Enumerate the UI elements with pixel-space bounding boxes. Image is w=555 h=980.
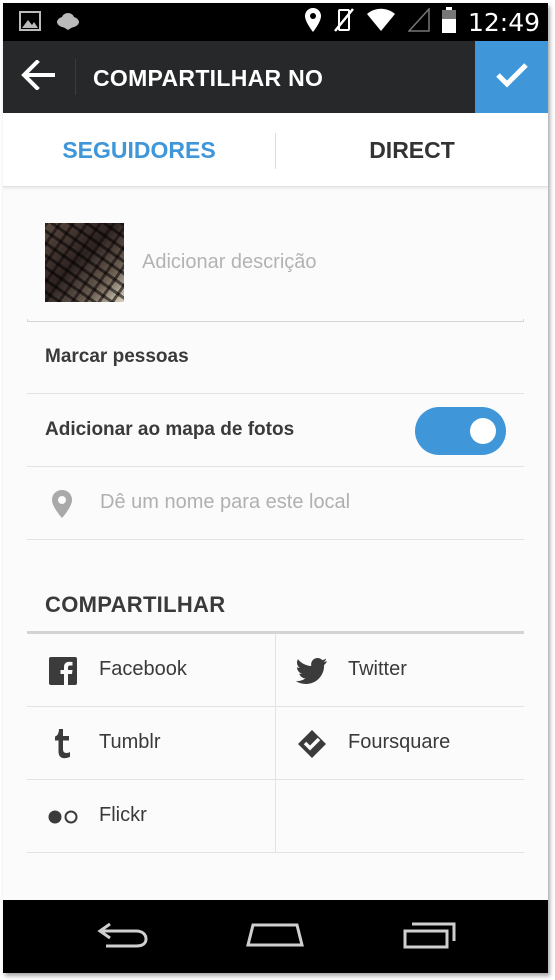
vibrate-off-icon <box>333 7 354 38</box>
location-input[interactable]: Dê um nome para este local <box>100 491 350 514</box>
back-nav-button[interactable] <box>89 918 159 954</box>
share-header: COMPARTILHAR <box>45 592 226 617</box>
phone-screen: 12:49 COMPARTILHAR NO SEGUIDORES DIRECT … <box>3 3 548 973</box>
photo-map-toggle[interactable] <box>415 407 506 455</box>
wifi-icon <box>366 8 396 37</box>
top-toolbar: COMPARTILHAR NO <box>3 41 548 113</box>
photo-map-label: Adicionar ao mapa de fotos <box>45 419 295 440</box>
toolbar-divider <box>75 59 76 95</box>
tumblr-icon <box>47 729 79 759</box>
share-grid: Facebook Twitter Tumblr Foursquare Flick <box>27 634 524 853</box>
caption-section: Adicionar descrição <box>27 187 524 322</box>
toggle-knob <box>470 418 496 444</box>
facebook-icon <box>47 656 79 686</box>
recents-nav-button[interactable] <box>395 918 465 954</box>
back-button[interactable] <box>3 41 75 113</box>
cloud-icon <box>55 11 81 36</box>
location-icon <box>304 7 322 38</box>
home-nav-icon <box>245 919 305 954</box>
clock: 12:49 <box>467 8 540 37</box>
tag-people-row[interactable]: Marcar pessoas <box>27 321 524 394</box>
foursquare-icon <box>296 729 328 759</box>
system-nav-bar <box>3 900 548 973</box>
tag-people-label: Marcar pessoas <box>45 346 189 367</box>
share-tabs: SEGUIDORES DIRECT <box>3 113 548 187</box>
caption-input[interactable]: Adicionar descrição <box>142 251 317 274</box>
share-foursquare[interactable]: Foursquare <box>276 707 524 780</box>
arrow-left-icon <box>21 58 57 95</box>
location-row[interactable]: Dê um nome para este local <box>27 467 524 540</box>
twitter-label: Twitter <box>348 658 407 680</box>
image-icon <box>19 11 41 36</box>
location-pin-icon <box>51 489 73 524</box>
tab-followers[interactable]: SEGUIDORES <box>3 113 275 187</box>
share-twitter[interactable]: Twitter <box>276 634 524 707</box>
foursquare-label: Foursquare <box>348 731 451 753</box>
share-facebook[interactable]: Facebook <box>27 634 275 707</box>
page-title: COMPARTILHAR NO <box>93 65 324 91</box>
photo-thumbnail <box>45 223 124 302</box>
photo-map-row: Adicionar ao mapa de fotos <box>27 394 524 467</box>
flickr-icon <box>47 802 79 832</box>
twitter-icon <box>296 656 328 686</box>
signal-icon <box>407 7 430 37</box>
recents-nav-icon <box>402 919 458 954</box>
status-bar: 12:49 <box>3 3 548 41</box>
check-icon <box>495 62 529 93</box>
share-tumblr[interactable]: Tumblr <box>27 707 275 780</box>
share-empty-cell <box>276 780 524 853</box>
facebook-label: Facebook <box>99 658 187 680</box>
home-nav-button[interactable] <box>240 918 310 954</box>
confirm-button[interactable] <box>475 41 548 113</box>
battery-icon <box>441 7 456 38</box>
tumblr-label: Tumblr <box>99 731 161 753</box>
tab-direct[interactable]: DIRECT <box>276 113 548 187</box>
flickr-label: Flickr <box>99 804 147 826</box>
back-nav-icon <box>96 918 152 955</box>
share-flickr[interactable]: Flickr <box>27 780 275 853</box>
